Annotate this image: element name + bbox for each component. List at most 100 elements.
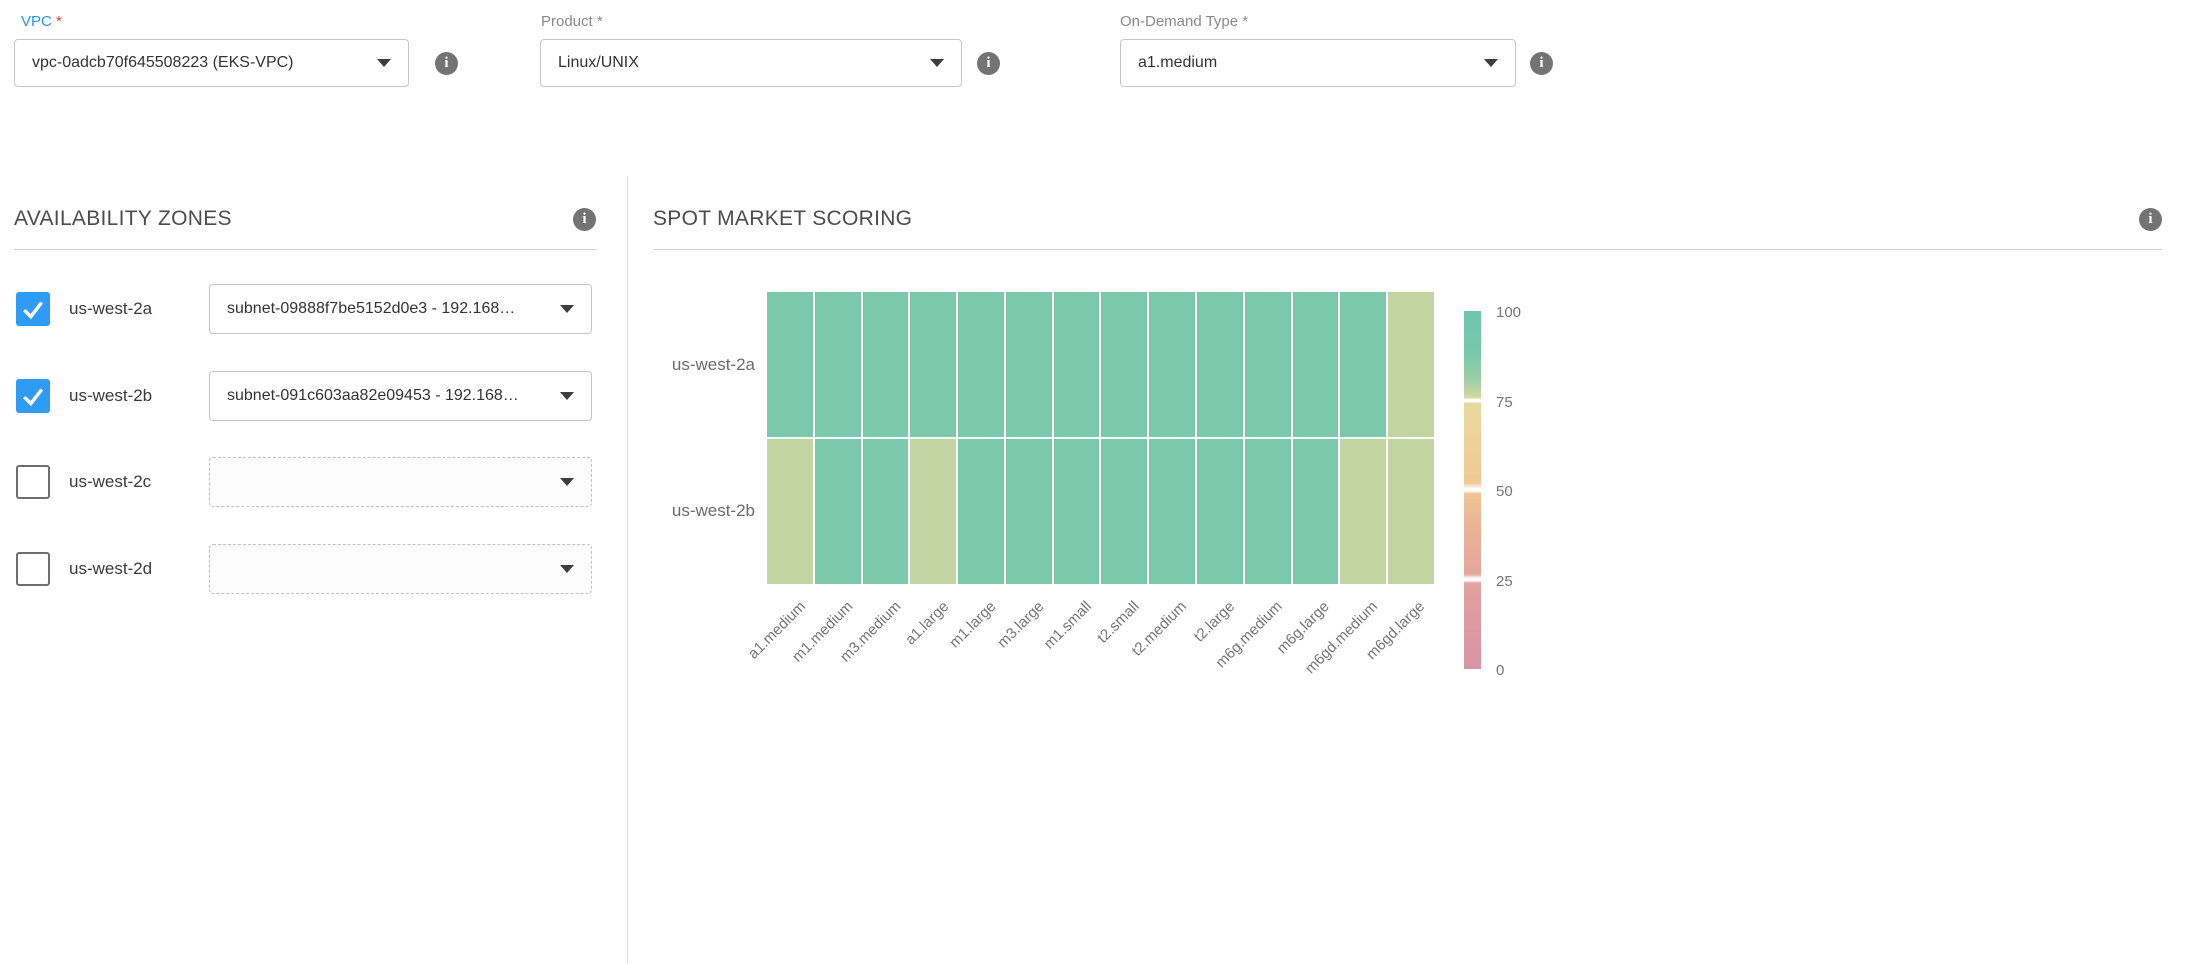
heatmap-cell-us-west-2a-t2.medium bbox=[1149, 292, 1195, 437]
az-checkbox-us-west-2d[interactable] bbox=[16, 552, 50, 586]
on-demand-type-select[interactable]: a1.medium bbox=[1120, 39, 1516, 87]
heatmap-cell-us-west-2b-t2.medium bbox=[1149, 439, 1195, 584]
az-zone-label: us-west-2a bbox=[69, 284, 152, 334]
on-demand-type-info-icon[interactable]: i bbox=[1530, 52, 1553, 75]
spot-market-scoring-title: SPOT MARKET SCORING bbox=[653, 207, 912, 231]
legend-tick-75: 75 bbox=[1496, 394, 1513, 412]
heatmap-cell-us-west-2a-m1.small bbox=[1054, 292, 1100, 437]
heatmap-cell-us-west-2a-m1.medium bbox=[815, 292, 861, 437]
y-axis-label-us-west-2b: us-west-2b bbox=[653, 501, 755, 521]
spot-market-scoring-divider bbox=[653, 249, 2162, 250]
subnet-select-us-west-2d bbox=[209, 544, 592, 594]
heatmap-cell-us-west-2b-m1.small bbox=[1054, 439, 1100, 584]
az-row-us-west-2b: us-west-2b subnet-091c603aa82e09453 - 192… bbox=[14, 371, 596, 421]
spot-market-scoring-info-icon[interactable]: i bbox=[2139, 208, 2162, 231]
heatmap-cell-us-west-2a-t2.small bbox=[1101, 292, 1147, 437]
product-label-text: Product bbox=[541, 13, 593, 30]
heatmap-cell-us-west-2a-m6gd.medium bbox=[1340, 292, 1386, 437]
product-label: Product * bbox=[533, 13, 1000, 30]
on-demand-type-label: On-Demand Type * bbox=[1112, 13, 1553, 30]
heatmap-cell-us-west-2a-m6g.large bbox=[1293, 292, 1339, 437]
heatmap-cell-us-west-2b-t2.small bbox=[1101, 439, 1147, 584]
az-row-us-west-2c: us-west-2c bbox=[14, 457, 596, 507]
section-divider bbox=[627, 176, 628, 964]
heatmap-cell-us-west-2b-m3.large bbox=[1006, 439, 1052, 584]
subnet-select-value: subnet-091c603aa82e09453 - 192.168… bbox=[227, 387, 519, 405]
az-zone-label: us-west-2c bbox=[69, 457, 151, 507]
spot-market-scoring-section: SPOT MARKET SCORING i us-west-2aus-west-… bbox=[653, 204, 2162, 250]
heatmap-cell-us-west-2a-m6g.medium bbox=[1245, 292, 1291, 437]
chevron-down-icon bbox=[1484, 59, 1498, 67]
on-demand-type-field: On-Demand Type * a1.medium i bbox=[1112, 13, 1553, 87]
heatmap-cell-us-west-2b-m6g.large bbox=[1293, 439, 1339, 584]
checkmark-icon bbox=[20, 296, 46, 322]
availability-zones-section: AVAILABILITY ZONES i us-west-2asubnet-09… bbox=[14, 204, 596, 250]
y-axis-label-us-west-2a: us-west-2a bbox=[653, 355, 755, 375]
vpc-label-text: VPC bbox=[21, 13, 52, 30]
az-row-us-west-2d: us-west-2d bbox=[14, 544, 596, 594]
vpc-field: VPC * vpc-0adcb70f645508223 (EKS-VPC) i bbox=[14, 13, 458, 87]
chevron-down-icon bbox=[930, 59, 944, 67]
product-select[interactable]: Linux/UNIX bbox=[540, 39, 962, 87]
az-checkbox-us-west-2c[interactable] bbox=[16, 465, 50, 499]
on-demand-type-required-asterisk: * bbox=[1242, 13, 1248, 30]
x-axis-label-m1.large: m1.large bbox=[946, 598, 999, 651]
availability-zones-info-icon[interactable]: i bbox=[573, 208, 596, 231]
checkmark-icon bbox=[20, 383, 46, 409]
heatmap-cell-us-west-2b-m6gd.large bbox=[1388, 439, 1434, 584]
az-checkbox-us-west-2a[interactable] bbox=[16, 292, 50, 326]
heatmap-cell-us-west-2b-a1.large bbox=[910, 439, 956, 584]
heatmap-color-legend bbox=[1464, 311, 1481, 669]
x-axis-label-a1.large: a1.large bbox=[901, 598, 951, 648]
az-zone-label: us-west-2b bbox=[69, 371, 152, 421]
on-demand-type-label-text: On-Demand Type bbox=[1120, 13, 1238, 30]
chevron-down-icon bbox=[560, 305, 574, 313]
heatmap-cell-us-west-2b-m6g.medium bbox=[1245, 439, 1291, 584]
heatmap-cell-us-west-2a-m1.large bbox=[958, 292, 1004, 437]
heatmap-cell-us-west-2b-m1.large bbox=[958, 439, 1004, 584]
vpc-required-asterisk: * bbox=[56, 13, 62, 30]
page: VPC * vpc-0adcb70f645508223 (EKS-VPC) i … bbox=[0, 0, 2196, 964]
availability-zones-divider bbox=[14, 249, 596, 250]
heatmap-cell-us-west-2a-m3.medium bbox=[863, 292, 909, 437]
subnet-select-us-west-2a[interactable]: subnet-09888f7be5152d0e3 - 192.168… bbox=[209, 284, 592, 334]
product-field: Product * Linux/UNIX i bbox=[533, 13, 1000, 87]
on-demand-type-select-value: a1.medium bbox=[1138, 54, 1217, 72]
vpc-label: VPC * bbox=[14, 13, 458, 30]
chevron-down-icon bbox=[560, 392, 574, 400]
heatmap-cell-us-west-2b-m3.medium bbox=[863, 439, 909, 584]
az-zone-label: us-west-2d bbox=[69, 544, 152, 594]
heatmap-cell-us-west-2b-a1.medium bbox=[767, 439, 813, 584]
legend-tick-50: 50 bbox=[1496, 483, 1513, 501]
heatmap-cell-us-west-2b-t2.large bbox=[1197, 439, 1243, 584]
heatmap-cell-us-west-2b-m6gd.medium bbox=[1340, 439, 1386, 584]
subnet-select-us-west-2c bbox=[209, 457, 592, 507]
vpc-select-value: vpc-0adcb70f645508223 (EKS-VPC) bbox=[32, 54, 294, 72]
heatmap-cell-us-west-2a-m3.large bbox=[1006, 292, 1052, 437]
heatmap-cell-us-west-2b-m1.medium bbox=[815, 439, 861, 584]
spot-score-heatmap bbox=[767, 292, 1434, 584]
chevron-down-icon bbox=[377, 59, 391, 67]
legend-tick-25: 25 bbox=[1496, 573, 1513, 591]
x-axis-label-m1.small: m1.small bbox=[1040, 598, 1094, 652]
availability-zones-title: AVAILABILITY ZONES bbox=[14, 207, 232, 231]
legend-tick-100: 100 bbox=[1496, 304, 1521, 322]
product-required-asterisk: * bbox=[597, 13, 603, 30]
vpc-select[interactable]: vpc-0adcb70f645508223 (EKS-VPC) bbox=[14, 39, 409, 87]
chevron-down-icon bbox=[560, 478, 574, 486]
x-axis-label-t2.large: t2.large bbox=[1190, 598, 1237, 645]
subnet-select-value: subnet-09888f7be5152d0e3 - 192.168… bbox=[227, 300, 515, 318]
x-axis-label-m3.large: m3.large bbox=[994, 598, 1047, 651]
heatmap-cell-us-west-2a-t2.large bbox=[1197, 292, 1243, 437]
subnet-select-us-west-2b[interactable]: subnet-091c603aa82e09453 - 192.168… bbox=[209, 371, 592, 421]
product-select-value: Linux/UNIX bbox=[558, 54, 639, 72]
heatmap-cell-us-west-2a-a1.large bbox=[910, 292, 956, 437]
chevron-down-icon bbox=[560, 565, 574, 573]
heatmap-cell-us-west-2a-a1.medium bbox=[767, 292, 813, 437]
legend-tick-0: 0 bbox=[1496, 662, 1504, 680]
product-info-icon[interactable]: i bbox=[977, 52, 1000, 75]
heatmap-cell-us-west-2a-m6gd.large bbox=[1388, 292, 1434, 437]
vpc-info-icon[interactable]: i bbox=[435, 52, 458, 75]
az-row-us-west-2a: us-west-2a subnet-09888f7be5152d0e3 - 192… bbox=[14, 284, 596, 334]
az-checkbox-us-west-2b[interactable] bbox=[16, 379, 50, 413]
